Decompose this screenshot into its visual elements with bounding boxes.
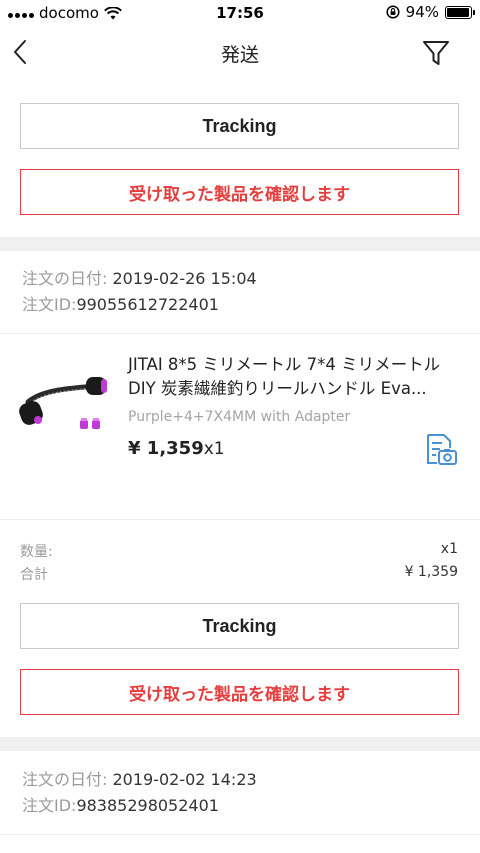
order-date-value: 2019-02-02 14:23 xyxy=(107,770,257,789)
tracking-button[interactable]: Tracking xyxy=(20,103,459,149)
battery-icon xyxy=(445,5,475,19)
rotation-lock-icon xyxy=(386,5,400,19)
order-separator xyxy=(0,737,480,751)
product-quantity: x1 xyxy=(203,439,225,459)
order-id-row: 注文ID:98385298052401 xyxy=(22,793,257,819)
filter-icon[interactable] xyxy=(422,39,450,67)
order-id-value: 98385298052401 xyxy=(76,796,219,815)
order-date-label: 注文の日付: xyxy=(22,269,108,288)
tracking-button[interactable]: Tracking xyxy=(20,603,459,649)
product-price: ¥ 1,359 xyxy=(128,438,204,459)
product-title[interactable]: JITAI 8*5 ミリメートル 7*4 ミリメートル DIY 炭素繊維釣りリー… xyxy=(128,353,463,401)
total-value: ¥ 1,359 xyxy=(404,564,458,580)
divider xyxy=(0,519,480,520)
battery-fill xyxy=(447,7,469,17)
confirm-receipt-button[interactable]: 受け取った製品を確認します xyxy=(20,669,459,715)
quantity-value: x1 xyxy=(440,541,458,557)
status-right: 94% xyxy=(386,3,475,21)
product-image[interactable] xyxy=(18,362,114,442)
order-id-label: 注文ID: xyxy=(22,796,77,815)
order-id-row: 注文ID:99055612722401 xyxy=(22,292,257,318)
order-date-value: 2019-02-26 15:04 xyxy=(107,269,257,288)
total-label: 合計 xyxy=(20,567,48,583)
snapshot-icon[interactable] xyxy=(424,433,458,467)
order-meta: 注文の日付: 2019-02-26 15:04 注文ID:99055612722… xyxy=(22,266,257,318)
status-bar: docomo 17:56 94% xyxy=(0,0,480,26)
order-id-label: 注文ID: xyxy=(22,295,77,314)
order-meta: 注文の日付: 2019-02-02 14:23 注文ID:98385298052… xyxy=(22,767,257,819)
divider xyxy=(0,333,480,334)
battery-percent: 94% xyxy=(405,3,439,21)
product-variant: Purple+4+7X4MM with Adapter xyxy=(128,409,351,425)
order-date-row: 注文の日付: 2019-02-26 15:04 xyxy=(22,266,257,292)
nav-bar: 発送 xyxy=(0,26,480,80)
confirm-receipt-button[interactable]: 受け取った製品を確認します xyxy=(20,169,459,215)
order-date-label: 注文の日付: xyxy=(22,770,108,789)
order-id-value: 99055612722401 xyxy=(76,295,219,314)
page-title: 発送 xyxy=(220,44,259,66)
order-separator xyxy=(0,237,480,251)
divider xyxy=(0,834,480,835)
order-date-row: 注文の日付: 2019-02-02 14:23 xyxy=(22,767,257,793)
product-price-row: ¥ 1,359x1 xyxy=(128,438,225,459)
quantity-label: 数量: xyxy=(20,544,53,560)
